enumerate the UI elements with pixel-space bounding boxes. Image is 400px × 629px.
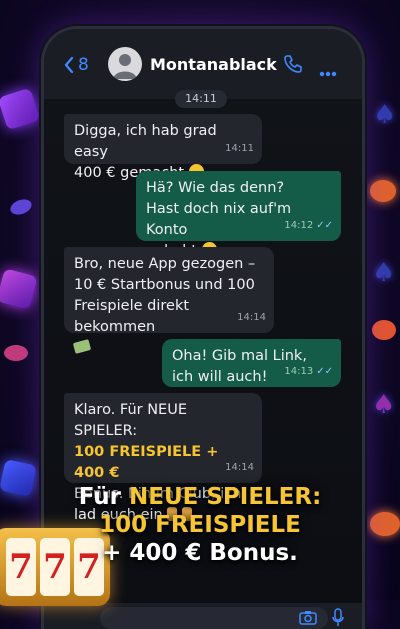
message-time: 14:13 bbox=[284, 366, 314, 377]
message-line: 10 € Startbonus und 100 bbox=[74, 277, 255, 293]
date-separator: 14:11 bbox=[175, 90, 227, 108]
promo-line3: + 400 € Bonus. bbox=[102, 540, 298, 566]
promo-line1-prefix: Für bbox=[78, 484, 129, 510]
message-time: 14:11 bbox=[225, 143, 254, 154]
spade-decoration: ♠ bbox=[373, 100, 397, 130]
chip-decoration bbox=[372, 320, 396, 340]
chip-decoration bbox=[370, 180, 396, 202]
message-input-bar bbox=[44, 603, 362, 629]
phone-icon[interactable] bbox=[283, 54, 303, 78]
back-button[interactable]: 8 bbox=[64, 55, 89, 75]
more-icon[interactable] bbox=[319, 62, 337, 81]
spade-decoration: ♠ bbox=[372, 390, 396, 420]
contact-name[interactable]: Montanablack bbox=[150, 55, 277, 74]
chip-decoration bbox=[8, 196, 34, 218]
message-input[interactable] bbox=[100, 607, 328, 629]
message-bubble-incoming: Klaro. Für NEUE SPIELER: 100 FREISPIELE … bbox=[64, 393, 262, 523]
message-bubble-incoming: Digga, ich hab grad easy 400 € gemacht 1… bbox=[64, 114, 262, 181]
message-bubble-outgoing: Hä? Wie das denn? Hast doch nix auf'm Ko… bbox=[136, 171, 341, 259]
chip-decoration bbox=[4, 345, 28, 361]
money-wings-emoji bbox=[72, 339, 92, 354]
avatar-icon bbox=[113, 54, 137, 79]
chevron-left-icon bbox=[64, 57, 74, 73]
message-line: Klaro. Für NEUE SPIELER: bbox=[74, 402, 187, 439]
camera-icon[interactable] bbox=[299, 610, 317, 629]
back-count: 8 bbox=[78, 55, 89, 75]
message-time: 14:12 bbox=[284, 220, 314, 231]
read-ticks-icon: ✓✓ bbox=[316, 366, 333, 377]
spade-decoration: ♠ bbox=[372, 258, 396, 288]
message-line: Freispiele direkt bekommen bbox=[74, 298, 190, 335]
read-ticks-icon: ✓✓ bbox=[316, 220, 333, 231]
message-time: 14:14 bbox=[237, 312, 266, 323]
promo-line1-gold: NEUE SPIELER: bbox=[128, 484, 322, 510]
avatar[interactable] bbox=[108, 47, 142, 81]
message-time: 14:14 bbox=[225, 462, 254, 473]
promo-line2: 100 FREISPIELE bbox=[99, 512, 301, 538]
message-meta: 14:13 ✓✓ bbox=[284, 361, 333, 382]
message-bubble-incoming: Bro, neue App gezogen – 10 € Startbonus … bbox=[64, 247, 274, 354]
microphone-icon[interactable] bbox=[332, 608, 344, 629]
dice-decoration bbox=[0, 87, 41, 131]
message-line: Hä? Wie das denn? bbox=[146, 180, 285, 196]
dice-decoration bbox=[0, 268, 38, 310]
promo-banner: Für NEUE SPIELER: 100 FREISPIELE + 400 €… bbox=[0, 483, 400, 567]
message-line: Bro, neue App gezogen – bbox=[74, 256, 256, 272]
message-meta: 14:12 ✓✓ bbox=[284, 215, 333, 236]
message-bubble-outgoing: Oha! Gib mal Link, ich will auch! 14:13 ✓… bbox=[162, 339, 341, 387]
